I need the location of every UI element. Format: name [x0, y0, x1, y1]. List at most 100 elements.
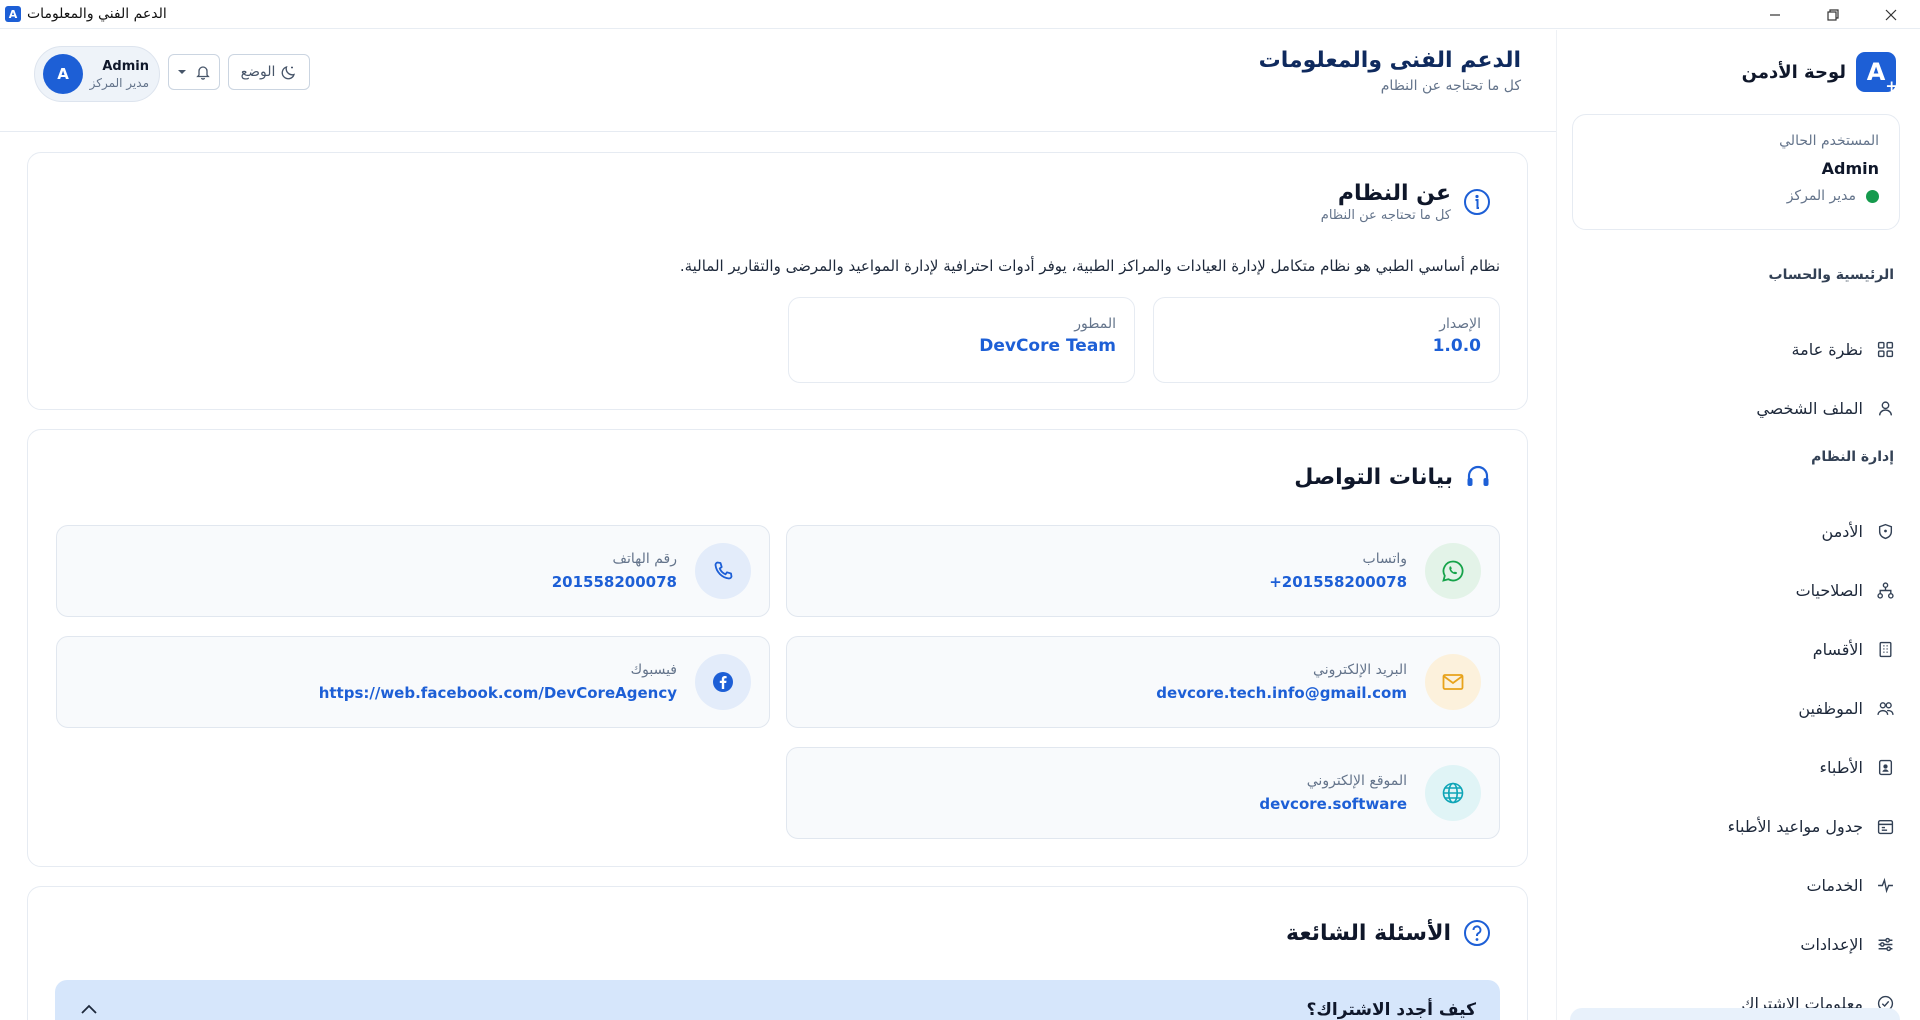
sidebar-item-settings[interactable]: الإعدادات	[1574, 915, 1894, 974]
info-icon	[1464, 189, 1490, 215]
sidebar-item-label: الموظفين	[1798, 699, 1863, 718]
profile-menu[interactable]: A Admin مدير المركز	[34, 46, 160, 102]
contact-label: فيسبوك	[630, 662, 677, 678]
chevron-down-icon	[178, 70, 186, 74]
contact-item-facebook[interactable]: فيسبوك https://web.facebook.com/DevCoreA…	[56, 636, 770, 728]
about-subtitle: كل ما تحتاجه عن النظام	[1320, 208, 1451, 223]
sidebar: A + لوحة الأدمن المستخدم الحالي Admin مدي…	[1556, 30, 1920, 1020]
sidebar-item-doctors[interactable]: الأطباء	[1574, 738, 1894, 797]
sidebar-item-permissions[interactable]: الصلاحيات	[1574, 561, 1894, 620]
sidebar-item-label: الصلاحيات	[1795, 581, 1863, 600]
hierarchy-icon	[1877, 582, 1894, 599]
id-badge-icon	[1878, 759, 1893, 776]
contact-value[interactable]: devcore.tech.info@gmail.com	[1156, 684, 1407, 702]
developer-box: المطور DevCore Team	[788, 297, 1135, 383]
user-icon	[1878, 401, 1893, 416]
page-header: الدعم الفنى والمعلومات كل ما تحتاجه عن ا…	[0, 30, 1556, 132]
calendar-icon	[1877, 819, 1894, 835]
contact-card: بيانات التواصل واتساب +201558200078 رقم …	[27, 429, 1528, 867]
contact-label: رقم الهاتف	[612, 551, 677, 567]
activity-icon	[1878, 877, 1893, 894]
sidebar-item-doctor-schedule[interactable]: جدول مواعيد الأطباء	[1574, 797, 1894, 856]
contact-value[interactable]: https://web.facebook.com/DevCoreAgency	[319, 684, 677, 702]
contact-title: بيانات التواصل	[1294, 464, 1453, 490]
sidebar-item-overview[interactable]: نظرة عامة	[1574, 320, 1894, 379]
grid-icon	[1877, 341, 1894, 358]
sidebar-item-label: الإعدادات	[1800, 935, 1863, 954]
about-description: نظام أساسي الطبي هو نظام متكامل لإدارة ا…	[679, 257, 1500, 275]
current-user-role-row: مدير المركز	[1593, 188, 1879, 204]
about-card-header: عن النظام كل ما تحتاجه عن النظام	[1321, 181, 1491, 223]
developer-value: DevCore Team	[979, 336, 1116, 356]
chevron-up-icon	[81, 1004, 97, 1014]
theme-mode-label: الوضع	[240, 64, 276, 80]
about-title: عن النظام	[1337, 181, 1451, 206]
online-status-dot	[1866, 189, 1879, 203]
sidebar-item-admins[interactable]: الأدمن	[1574, 502, 1894, 561]
faq-question: كيف أجدد الاشتراك؟	[1306, 1000, 1476, 1020]
current-user-name: Admin	[1821, 159, 1879, 178]
shield-icon	[1878, 523, 1893, 540]
avatar: A	[43, 54, 83, 94]
contact-label: البريد الإلكتروني	[1313, 662, 1407, 678]
sidebar-item-label: الأطباء	[1819, 758, 1863, 777]
about-card: عن النظام كل ما تحتاجه عن النظام نظام أس…	[27, 152, 1528, 410]
help-circle-icon	[1464, 920, 1490, 946]
globe-icon	[1425, 765, 1481, 821]
minimize-icon[interactable]	[1746, 0, 1804, 29]
current-user-card: المستخدم الحالي Admin مدير المركز	[1572, 114, 1900, 230]
brand-logo-icon: A +	[1856, 52, 1898, 94]
nav-section-title: الرئيسية والحساب	[1768, 267, 1894, 283]
current-user-label: المستخدم الحالي	[1779, 133, 1879, 149]
sidebar-item-label: جدول مواعيد الأطباء	[1727, 817, 1863, 836]
contact-label: واتساب	[1362, 551, 1407, 567]
contact-label: الموقع الإلكتروني	[1306, 773, 1407, 789]
version-value: 1.0.0	[1432, 336, 1481, 356]
window-title-area: A الدعم الفني والمعلومات	[5, 6, 167, 22]
current-user-role: مدير المركز	[1786, 188, 1856, 204]
nav-section-title: إدارة النظام	[1811, 449, 1894, 465]
building-icon	[1879, 641, 1892, 658]
sidebar-item-services[interactable]: الخدمات	[1574, 856, 1894, 915]
sidebar-item-label: الأقسام	[1812, 640, 1863, 659]
contact-value[interactable]: devcore.software	[1259, 795, 1407, 813]
phone-icon	[695, 543, 751, 599]
contact-card-header: بيانات التواصل	[1294, 464, 1491, 490]
notifications-button[interactable]	[168, 54, 220, 90]
close-icon[interactable]	[1862, 0, 1920, 29]
window-controls	[1746, 0, 1920, 29]
window-titlebar: A الدعم الفني والمعلومات	[0, 0, 1920, 29]
contact-item-website[interactable]: الموقع الإلكتروني devcore.software	[786, 747, 1500, 839]
faq-card-header: الأسئلة الشائعة	[1286, 919, 1491, 947]
faq-card: الأسئلة الشائعة كيف أجدد الاشتراك؟	[27, 886, 1528, 1020]
sliders-icon	[1878, 937, 1893, 952]
app-logo-icon: A	[5, 6, 21, 22]
facebook-icon	[695, 654, 751, 710]
brand-title: لوحة الأدمن	[1741, 61, 1846, 83]
moon-icon	[281, 66, 296, 80]
sidebar-nav: الرئيسية والحساب نظرة عامة الملف الشخصي …	[1574, 262, 1894, 1020]
sidebar-item-employees[interactable]: الموظفين	[1574, 679, 1894, 738]
contact-value[interactable]: +201558200078	[1269, 573, 1407, 591]
contact-item-phone[interactable]: رقم الهاتف 201558200078	[56, 525, 770, 617]
faq-title: الأسئلة الشائعة	[1286, 920, 1451, 946]
whatsapp-icon	[1425, 543, 1481, 599]
profile-role: مدير المركز	[89, 75, 149, 90]
sidebar-item-label: الملف الشخصي	[1756, 399, 1863, 418]
window-title: الدعم الفني والمعلومات	[27, 6, 167, 22]
sidebar-item-departments[interactable]: الأقسام	[1574, 620, 1894, 679]
contact-item-whatsapp[interactable]: واتساب +201558200078	[786, 525, 1500, 617]
contact-value[interactable]: 201558200078	[552, 573, 677, 591]
sidebar-item-support-active[interactable]	[1570, 1008, 1900, 1020]
faq-item[interactable]: كيف أجدد الاشتراك؟	[55, 980, 1500, 1020]
bell-icon	[196, 66, 210, 80]
sidebar-item-label: الأدمن	[1821, 522, 1863, 541]
restore-icon[interactable]	[1804, 0, 1862, 29]
theme-mode-button[interactable]: الوضع	[228, 54, 310, 90]
sidebar-brand[interactable]: A + لوحة الأدمن	[1741, 52, 1898, 94]
sidebar-item-profile[interactable]: الملف الشخصي	[1574, 379, 1894, 438]
contact-item-email[interactable]: البريد الإلكتروني devcore.tech.info@gmai…	[786, 636, 1500, 728]
profile-name: Admin	[102, 58, 149, 74]
version-label: الإصدار	[1439, 316, 1481, 332]
users-icon	[1877, 702, 1894, 715]
